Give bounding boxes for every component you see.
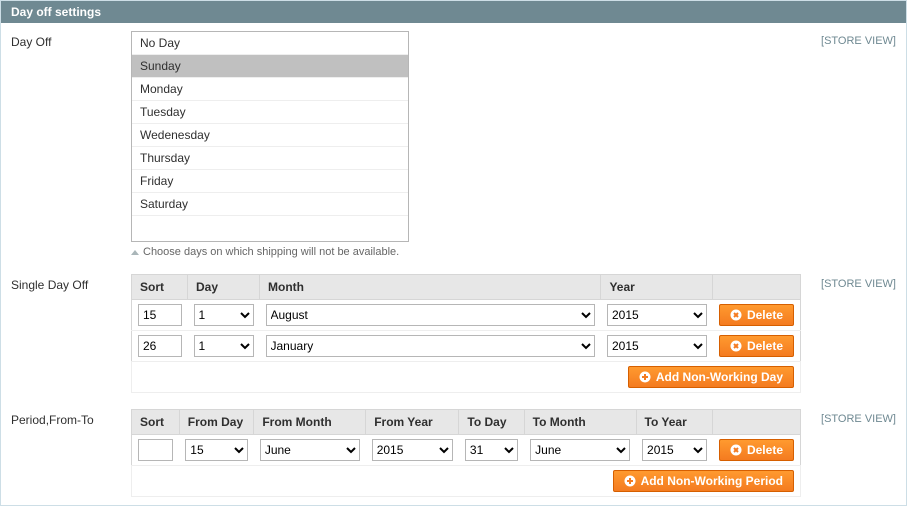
col-from-month: From Month [254, 410, 366, 435]
single-day-off-label: Single Day Off [11, 274, 131, 292]
table-row: 151 JanuaryFebruaryMarchAprilMayJuneJulyA… [132, 435, 801, 466]
day-off-option[interactable]: Monday [132, 78, 408, 101]
col-from-day: From Day [179, 410, 254, 435]
col-to-day: To Day [459, 410, 524, 435]
table-row: 1 JanuaryFebruaryMarchAprilMayJuneJulyAug… [132, 331, 801, 362]
delete-button[interactable]: Delete [719, 304, 794, 326]
from-day-select[interactable]: 151 [185, 439, 248, 461]
col-to-month: To Month [524, 410, 636, 435]
day-off-option[interactable]: Wedenesday [132, 124, 408, 147]
day-off-option[interactable]: Sunday [132, 55, 408, 78]
day-off-label: Day Off [11, 31, 131, 49]
to-year-select[interactable]: 2015 [642, 439, 707, 461]
panel-title: Day off settings [1, 1, 906, 23]
day-off-option[interactable]: Thursday [132, 147, 408, 170]
day-off-option[interactable]: Friday [132, 170, 408, 193]
add-non-working-period-button[interactable]: Add Non-Working Period [613, 470, 794, 492]
year-select[interactable]: 2015 [607, 304, 707, 326]
delete-button[interactable]: Delete [719, 335, 794, 357]
month-select[interactable]: JanuaryFebruaryMarchAprilMayJuneJulyAugu… [266, 304, 595, 326]
year-select[interactable]: 2015 [607, 335, 707, 357]
col-sort: Sort [132, 410, 180, 435]
day-off-option[interactable]: Saturday [132, 193, 408, 216]
scope-label: [STORE VIEW] [816, 274, 896, 290]
field-day-off: Day Off No DaySundayMondayTuesdayWedenes… [1, 23, 906, 266]
delete-circle-icon [730, 340, 742, 352]
col-day: Day [188, 275, 260, 300]
to-month-select[interactable]: JanuaryFebruaryMarchAprilMayJuneJulyAugu… [530, 439, 630, 461]
day-off-option[interactable]: Tuesday [132, 101, 408, 124]
add-non-working-day-label: Add Non-Working Day [656, 370, 783, 384]
from-month-select[interactable]: JanuaryFebruaryMarchAprilMayJuneJulyAugu… [260, 439, 360, 461]
day-off-settings-panel: Day off settings Day Off No DaySundayMon… [0, 0, 907, 506]
day-off-option[interactable]: No Day [132, 32, 408, 55]
day-select[interactable]: 1 [194, 304, 254, 326]
delete-label: Delete [747, 339, 783, 353]
sort-input[interactable] [138, 304, 182, 326]
day-select[interactable]: 1 [194, 335, 254, 357]
col-action [713, 275, 801, 300]
sort-input[interactable] [138, 335, 182, 357]
month-select[interactable]: JanuaryFebruaryMarchAprilMayJuneJulyAugu… [266, 335, 595, 357]
plus-circle-icon [624, 475, 636, 487]
day-off-hint: Choose days on which shipping will not b… [131, 246, 816, 258]
day-off-multiselect[interactable]: No DaySundayMondayTuesdayWedenesdayThurs… [131, 31, 409, 242]
delete-circle-icon [730, 309, 742, 321]
field-period: Period,From-To Sort From Day From Month … [1, 401, 906, 505]
scope-label: [STORE VIEW] [816, 31, 896, 47]
col-month: Month [260, 275, 601, 300]
col-from-year: From Year [366, 410, 459, 435]
plus-circle-icon [639, 371, 651, 383]
table-row: 1 JanuaryFebruaryMarchAprilMayJuneJulyAug… [132, 300, 801, 331]
col-action [713, 410, 801, 435]
add-non-working-day-button[interactable]: Add Non-Working Day [628, 366, 794, 388]
period-table: Sort From Day From Month From Year To Da… [131, 409, 801, 497]
delete-circle-icon [730, 444, 742, 456]
caret-up-icon [131, 250, 139, 255]
sort-input[interactable] [138, 439, 173, 461]
field-single-day-off: Single Day Off Sort Day Month Year 1 Janu… [1, 266, 906, 401]
add-non-working-period-label: Add Non-Working Period [641, 474, 783, 488]
delete-label: Delete [747, 308, 783, 322]
scope-label: [STORE VIEW] [816, 409, 896, 425]
delete-button[interactable]: Delete [719, 439, 794, 461]
to-day-select[interactable]: 311 [465, 439, 518, 461]
day-off-hint-text: Choose days on which shipping will not b… [143, 246, 399, 258]
col-to-year: To Year [636, 410, 713, 435]
from-year-select[interactable]: 2015 [372, 439, 453, 461]
col-sort: Sort [132, 275, 188, 300]
period-label: Period,From-To [11, 409, 131, 427]
delete-label: Delete [747, 443, 783, 457]
col-year: Year [601, 275, 713, 300]
single-day-off-table: Sort Day Month Year 1 JanuaryFebruaryMarc… [131, 274, 801, 393]
